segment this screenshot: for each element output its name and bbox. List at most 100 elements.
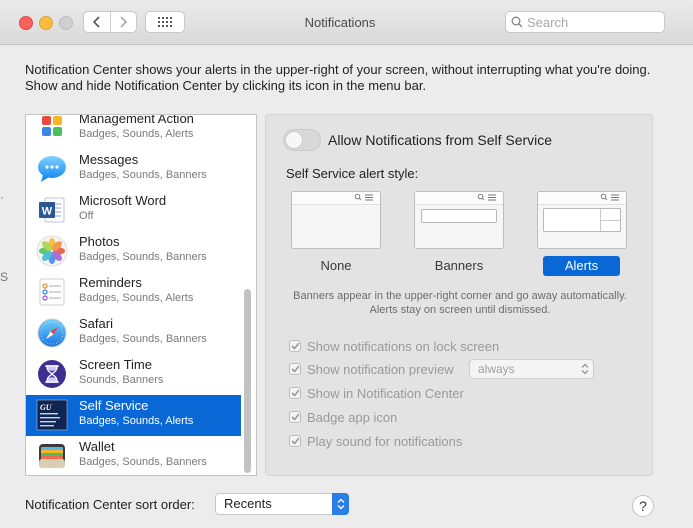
preview-checkbox[interactable] — [289, 363, 301, 375]
app-row-microsoft-word[interactable]: W Microsoft Word Off — [26, 190, 241, 231]
checkmark-icon — [290, 365, 300, 373]
close-window-button[interactable] — [19, 16, 33, 30]
style-thumb-alerts[interactable] — [537, 191, 627, 249]
updown-arrows-icon — [581, 363, 589, 375]
title-bar: Notifications — [0, 0, 693, 45]
option-badge[interactable]: Badge app icon — [289, 408, 397, 426]
app-row-management-action[interactable]: Management Action Badges, Sounds, Alerts — [26, 114, 241, 149]
updown-arrows-icon — [337, 498, 344, 510]
style-option-alerts[interactable]: Alerts — [543, 256, 620, 276]
style-thumb-none[interactable] — [291, 191, 381, 249]
sort-order-label: Notification Center sort order: — [25, 497, 195, 512]
svg-text:GU: GU — [40, 403, 53, 412]
lock-screen-label: Show notifications on lock screen — [307, 338, 500, 354]
back-button[interactable] — [84, 12, 110, 32]
sort-order-select[interactable]: Recents — [215, 493, 349, 515]
preview-label: Show notification preview — [307, 361, 454, 377]
app-settings-panel: Allow Notifications from Self Service Se… — [265, 114, 653, 476]
sound-checkbox[interactable] — [289, 435, 301, 447]
style-thumb-banners[interactable] — [414, 191, 504, 249]
app-name: Management Action — [79, 114, 194, 126]
self-service-icon: GU — [36, 399, 68, 431]
sound-label: Play sound for notifications — [307, 433, 463, 449]
app-alert-summary: Badges, Sounds, Banners — [79, 456, 207, 468]
alert-style-description: Banners appear in the upper-right corner… — [293, 290, 627, 316]
option-lock-screen[interactable]: Show notifications on lock screen — [289, 337, 499, 355]
notification-center-label: Show in Notification Center — [307, 385, 464, 401]
reminders-icon — [39, 278, 65, 306]
app-name: Safari — [79, 316, 113, 331]
app-row-reminders[interactable]: Reminders Badges, Sounds, Alerts — [26, 272, 241, 313]
show-all-button[interactable] — [145, 11, 185, 33]
app-row-safari[interactable]: Safari Badges, Sounds, Banners — [26, 313, 241, 354]
option-sound[interactable]: Play sound for notifications — [289, 432, 462, 450]
photos-icon — [36, 235, 68, 267]
wallet-icon — [39, 444, 65, 468]
app-row-messages[interactable]: Messages Badges, Sounds, Banners — [26, 149, 241, 190]
zoom-window-button[interactable] — [59, 16, 73, 30]
app-name: Reminders — [79, 275, 142, 290]
badge-checkbox[interactable] — [289, 411, 301, 423]
description-text: Notification Center shows your alerts in… — [25, 62, 651, 93]
chevron-left-icon — [92, 16, 100, 28]
svg-text:W: W — [42, 206, 53, 218]
safari-icon — [37, 318, 67, 348]
microsoft-word-icon: W — [39, 197, 65, 223]
window-title: Notifications — [304, 15, 376, 30]
alert-divider — [600, 220, 621, 221]
toggle-knob — [285, 131, 303, 149]
lock-screen-checkbox[interactable] — [289, 340, 301, 352]
notification-center-checkbox[interactable] — [289, 387, 301, 399]
forward-button[interactable] — [109, 12, 137, 32]
app-name: Screen Time — [79, 357, 152, 372]
search-input[interactable] — [527, 14, 657, 30]
minimize-window-button[interactable] — [39, 16, 53, 30]
allow-notifications-toggle[interactable] — [283, 129, 321, 151]
app-alert-summary: Badges, Sounds, Alerts — [79, 415, 194, 427]
edge-fragment: · — [0, 190, 4, 204]
option-preview[interactable]: Show notification preview — [289, 360, 454, 378]
app-alert-summary: Badges, Sounds, Banners — [79, 333, 207, 345]
search-icon — [511, 16, 523, 28]
scrollbar-thumb[interactable] — [244, 289, 251, 473]
alert-style-label: Self Service alert style: — [286, 166, 419, 181]
app-list-scrollbar[interactable] — [240, 115, 256, 475]
help-button[interactable]: ? — [632, 495, 654, 517]
checkmark-icon — [290, 437, 300, 445]
app-row-wallet[interactable]: Wallet Badges, Sounds, Banners — [26, 436, 241, 475]
checkmark-icon — [290, 342, 300, 350]
app-row-screen-time[interactable]: Screen Time Sounds, Banners — [26, 354, 241, 395]
app-alert-summary: Badges, Sounds, Alerts — [79, 128, 194, 140]
app-alert-summary: Sounds, Banners — [79, 374, 164, 386]
app-row-self-service[interactable]: GU Self Service Badges, Sounds, Alerts — [26, 395, 241, 436]
app-list[interactable]: Management Action Badges, Sounds, Alerts… — [25, 114, 257, 476]
grid-icon — [158, 17, 172, 27]
app-alert-summary: Badges, Sounds, Alerts — [79, 292, 194, 304]
management-action-icon — [42, 116, 62, 136]
sort-order-stepper[interactable] — [332, 493, 349, 515]
app-name: Self Service — [79, 398, 149, 413]
chevron-right-icon — [120, 16, 128, 28]
app-name: Microsoft Word — [79, 193, 167, 208]
app-alert-summary: Badges, Sounds, Banners — [79, 251, 207, 263]
navigation-buttons — [83, 11, 137, 33]
option-notification-center[interactable]: Show in Notification Center — [289, 384, 464, 402]
app-name: Photos — [79, 234, 120, 249]
menubar-search-icon — [354, 193, 373, 201]
allow-notifications-label: Allow Notifications from Self Service — [328, 132, 553, 148]
screen-time-icon — [38, 360, 66, 388]
app-row-photos[interactable]: Photos Badges, Sounds, Banners — [26, 231, 241, 272]
banner-preview — [421, 209, 497, 223]
app-alert-summary: Badges, Sounds, Banners — [79, 169, 207, 181]
checkmark-icon — [290, 389, 300, 397]
menubar-search-icon — [477, 193, 496, 201]
app-name: Wallet — [79, 439, 115, 454]
style-option-none[interactable]: None — [291, 258, 381, 273]
search-field[interactable] — [505, 11, 665, 33]
preview-select-value: always — [478, 362, 515, 376]
checkmark-icon — [290, 413, 300, 421]
preview-select[interactable]: always — [469, 359, 594, 379]
app-alert-summary: Off — [79, 210, 94, 222]
style-option-banners[interactable]: Banners — [414, 258, 504, 273]
app-name: Messages — [79, 152, 139, 167]
